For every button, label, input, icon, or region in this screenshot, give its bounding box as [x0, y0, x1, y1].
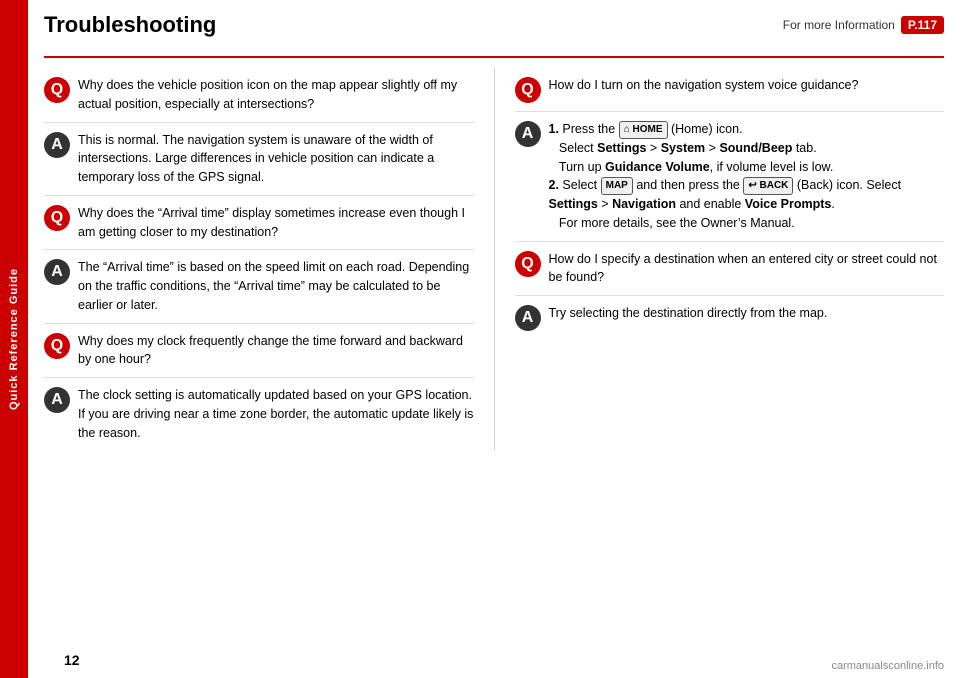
q-icon: Q: [44, 333, 70, 359]
header-info: For more Information P.117: [783, 16, 944, 34]
qa-answer-voice: 1. Press the ⌂ HOME (Home) icon. Select …: [549, 120, 945, 233]
q-icon: Q: [44, 205, 70, 231]
qa-row: Q How do I specify a destination when an…: [515, 242, 945, 297]
qa-text: Why does the vehicle position icon on th…: [78, 76, 474, 114]
qa-row: Q Why does my clock frequently change th…: [44, 324, 474, 379]
back-icon-box: ↩ BACK: [743, 177, 793, 195]
qa-text: This is normal. The navigation system is…: [78, 131, 474, 187]
q-icon: Q: [44, 77, 70, 103]
map-icon-box: MAP: [601, 177, 633, 195]
a-icon: A: [44, 132, 70, 158]
sidebar-label: Quick Reference Guide: [8, 268, 20, 410]
for-more-info-label: For more Information: [783, 18, 895, 32]
qa-row: Q Why does the vehicle position icon on …: [44, 68, 474, 123]
qa-text: Why does the “Arrival time” display some…: [78, 204, 474, 242]
page-title: Troubleshooting: [44, 12, 216, 38]
sidebar: Quick Reference Guide: [0, 0, 28, 678]
header-divider: [44, 56, 944, 58]
q-icon: Q: [515, 77, 541, 103]
a-icon: A: [44, 387, 70, 413]
main-content: Troubleshooting For more Information P.1…: [28, 0, 960, 678]
qa-text: Try selecting the destination directly f…: [549, 304, 945, 323]
qa-row: A The clock setting is automatically upd…: [44, 378, 474, 450]
qa-text: The “Arrival time” is based on the speed…: [78, 258, 474, 314]
qa-row: A The “Arrival time” is based on the spe…: [44, 250, 474, 323]
q-icon: Q: [515, 251, 541, 277]
qa-row: A Try selecting the destination directly…: [515, 296, 945, 339]
a-icon: A: [44, 259, 70, 285]
qa-text: Why does my clock frequently change the …: [78, 332, 474, 370]
content-columns: Q Why does the vehicle position icon on …: [44, 68, 944, 450]
qa-text: How do I turn on the navigation system v…: [549, 76, 945, 95]
right-column: Q How do I turn on the navigation system…: [495, 68, 945, 450]
left-column: Q Why does the vehicle position icon on …: [44, 68, 495, 450]
a-icon: A: [515, 121, 541, 147]
qa-text: The clock setting is automatically updat…: [78, 386, 474, 442]
qa-text: How do I specify a destination when an e…: [549, 250, 945, 288]
qa-row: Q How do I turn on the navigation system…: [515, 68, 945, 112]
header: Troubleshooting For more Information P.1…: [44, 12, 944, 42]
qa-row: Q Why does the “Arrival time” display so…: [44, 196, 474, 251]
qa-row: A 1. Press the ⌂ HOME (Home) icon. Selec…: [515, 112, 945, 242]
qa-row: A This is normal. The navigation system …: [44, 123, 474, 196]
watermark: carmanualsconline.info: [831, 660, 944, 672]
a-icon: A: [515, 305, 541, 331]
page-number: 12: [64, 652, 80, 668]
page-badge: P.117: [901, 16, 944, 34]
home-icon-box: ⌂ HOME: [619, 121, 668, 139]
